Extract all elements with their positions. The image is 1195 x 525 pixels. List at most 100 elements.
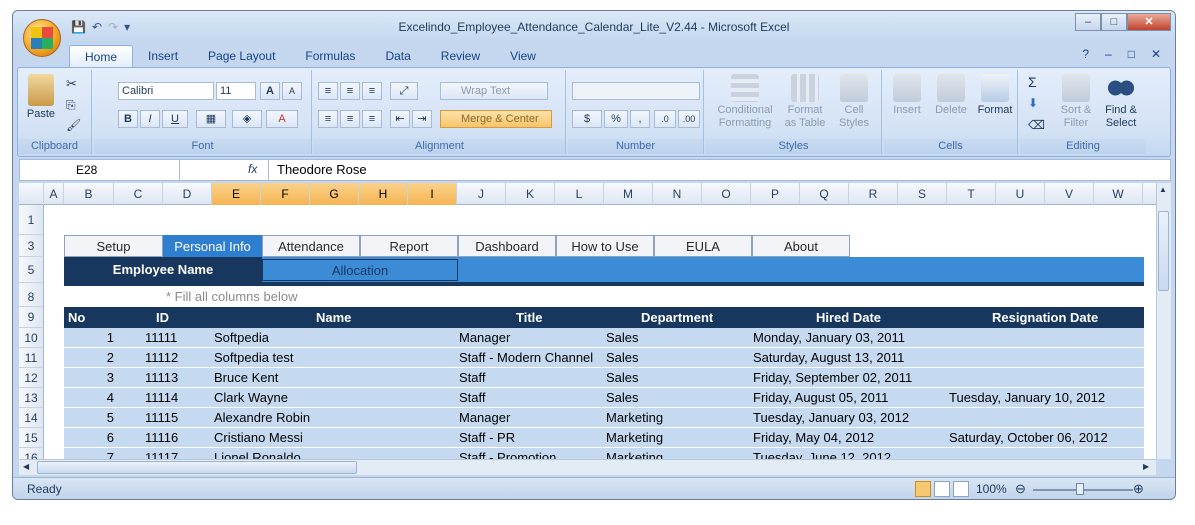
col-header-m[interactable]: M	[604, 183, 653, 205]
nav-tab-attendance[interactable]: Attendance	[262, 235, 360, 257]
increase-indent-icon[interactable]: ⇥	[412, 110, 432, 128]
merge-center-button[interactable]: Merge & Center	[440, 110, 552, 128]
col-header-f[interactable]: F	[261, 183, 310, 205]
table-row[interactable]: 5 11115 Alexandre Robin Manager Marketing Tue…	[64, 408, 1144, 428]
cell-id[interactable]: 11117	[145, 448, 178, 459]
table-row[interactable]: 3 11113 Bruce Kent Staff Sales Friday, Septem…	[64, 368, 1144, 388]
cell-department[interactable]: Marketing	[606, 428, 663, 448]
orientation-icon[interactable]: ⤢	[390, 82, 418, 100]
comma-button[interactable]: ,	[630, 110, 650, 128]
cell-title[interactable]: Staff	[459, 368, 486, 388]
zoom-out-icon[interactable]: ⊖	[1015, 481, 1026, 497]
row-header[interactable]: 8	[19, 283, 44, 307]
wrap-text-button[interactable]: Wrap Text	[440, 82, 548, 100]
cell-title[interactable]: Manager	[459, 408, 510, 428]
table-row[interactable]: 2 11112 Softpedia test Staff - Modern Chann…	[64, 348, 1144, 368]
col-header-v[interactable]: V	[1045, 183, 1094, 205]
italic-button[interactable]: I	[140, 110, 160, 128]
cell-resignation-date[interactable]: Tuesday, January 10, 2012	[949, 388, 1105, 408]
cell-no[interactable]: 4	[94, 388, 114, 408]
format-as-table-button[interactable]: Format as Table	[780, 74, 830, 130]
font-size-select[interactable]: 11	[216, 82, 256, 100]
cell-name[interactable]: Softpedia test	[214, 348, 294, 368]
wb-close-button[interactable]: ✕	[1151, 47, 1161, 61]
col-header-d[interactable]: D	[163, 183, 212, 205]
align-left-icon[interactable]: ≡	[318, 110, 338, 128]
tab-home[interactable]: Home	[69, 45, 134, 67]
cell-department[interactable]: Marketing	[606, 448, 663, 459]
nav-tab-eula[interactable]: EULA	[654, 235, 752, 257]
col-header-n[interactable]: N	[653, 183, 702, 205]
cell-hired-date[interactable]: Tuesday, June 12, 2012	[753, 448, 891, 459]
col-header-t[interactable]: T	[947, 183, 996, 205]
formula-input[interactable]: Theodore Rose	[268, 160, 367, 180]
vertical-scroll-thumb[interactable]	[1158, 211, 1169, 291]
scroll-right-icon[interactable]: ▶	[1143, 462, 1149, 471]
cell-no[interactable]: 5	[94, 408, 114, 428]
autosum-icon[interactable]: Σ	[1028, 74, 1037, 90]
decrease-decimal-button[interactable]: .00	[678, 110, 700, 128]
cell-no[interactable]: 7	[94, 448, 114, 459]
cell-title[interactable]: Staff	[459, 388, 486, 408]
horizontal-scrollbar[interactable]: ◀ ▶	[19, 459, 1156, 475]
underline-button[interactable]: U	[162, 110, 188, 128]
office-button[interactable]	[23, 19, 61, 57]
currency-button[interactable]: $	[572, 110, 602, 128]
fill-icon[interactable]: ⬇	[1028, 96, 1038, 110]
cell-no[interactable]: 3	[94, 368, 114, 388]
cell-name[interactable]: Bruce Kent	[214, 368, 278, 388]
cell-name[interactable]: Lionel Ronaldo	[214, 448, 301, 459]
page-break-view-icon[interactable]	[953, 481, 969, 497]
increase-decimal-button[interactable]: .0	[654, 110, 676, 128]
cell-department[interactable]: Sales	[606, 388, 639, 408]
cell-no[interactable]: 6	[94, 428, 114, 448]
col-header-r[interactable]: R	[849, 183, 898, 205]
tab-data[interactable]: Data	[370, 45, 425, 67]
cell-styles-button[interactable]: Cell Styles	[830, 74, 878, 130]
number-format-select[interactable]	[572, 82, 700, 100]
cell-name[interactable]: Clark Wayne	[214, 388, 288, 408]
find-select-button[interactable]: Find & Select	[1100, 74, 1142, 130]
font-name-select[interactable]: Calibri	[118, 82, 214, 100]
decrease-indent-icon[interactable]: ⇤	[390, 110, 410, 128]
cell-department[interactable]: Sales	[606, 328, 639, 348]
col-header-a[interactable]: A	[44, 183, 64, 205]
cell-name[interactable]: Alexandre Robin	[214, 408, 310, 428]
tab-formulas[interactable]: Formulas	[290, 45, 370, 67]
copy-icon[interactable]: ⎘	[66, 98, 76, 113]
table-row[interactable]: 7 11117 Lionel Ronaldo Staff - Promotion Mar…	[64, 448, 1144, 459]
zoom-level[interactable]: 100%	[976, 482, 1007, 496]
align-top-icon[interactable]: ≡	[318, 82, 338, 100]
cell-name[interactable]: Softpedia	[214, 328, 269, 348]
col-header-o[interactable]: O	[702, 183, 751, 205]
delete-cells-button[interactable]: Delete	[930, 74, 972, 117]
col-header-b[interactable]: B	[64, 183, 114, 205]
shrink-font-button[interactable]: A	[282, 82, 302, 100]
wb-minimize-button[interactable]: –	[1105, 47, 1112, 61]
insert-cells-button[interactable]: Insert	[886, 74, 928, 117]
tab-view[interactable]: View	[495, 45, 551, 67]
col-header-w[interactable]: W	[1094, 183, 1143, 205]
percent-button[interactable]: %	[604, 110, 628, 128]
cell-department[interactable]: Sales	[606, 368, 639, 388]
cell-id[interactable]: 11114	[145, 388, 178, 408]
row-header[interactable]: 1	[19, 205, 44, 235]
col-header-c[interactable]: C	[114, 183, 163, 205]
cell-no[interactable]: 2	[94, 348, 114, 368]
nav-tab-about[interactable]: About	[752, 235, 850, 257]
col-header-q[interactable]: Q	[800, 183, 849, 205]
col-header-g[interactable]: G	[310, 183, 359, 205]
subtab-employee-name[interactable]: Employee Name	[64, 257, 262, 283]
scroll-up-icon[interactable]: ▲	[1159, 185, 1167, 194]
cell-title[interactable]: Staff - PR	[459, 428, 515, 448]
col-header-u[interactable]: U	[996, 183, 1045, 205]
table-row[interactable]: 4 11114 Clark Wayne Staff Sales Friday, Augus…	[64, 388, 1144, 408]
cell-hired-date[interactable]: Monday, January 03, 2011	[753, 328, 905, 348]
col-header-k[interactable]: K	[506, 183, 555, 205]
cell-hired-date[interactable]: Friday, August 05, 2011	[753, 388, 888, 408]
sort-filter-button[interactable]: Sort & Filter	[1056, 74, 1096, 130]
row-header[interactable]: 11	[19, 348, 44, 368]
paste-button[interactable]: Paste	[22, 74, 60, 121]
row-header[interactable]: 15	[19, 428, 44, 448]
cell-id[interactable]: 11113	[145, 368, 178, 388]
